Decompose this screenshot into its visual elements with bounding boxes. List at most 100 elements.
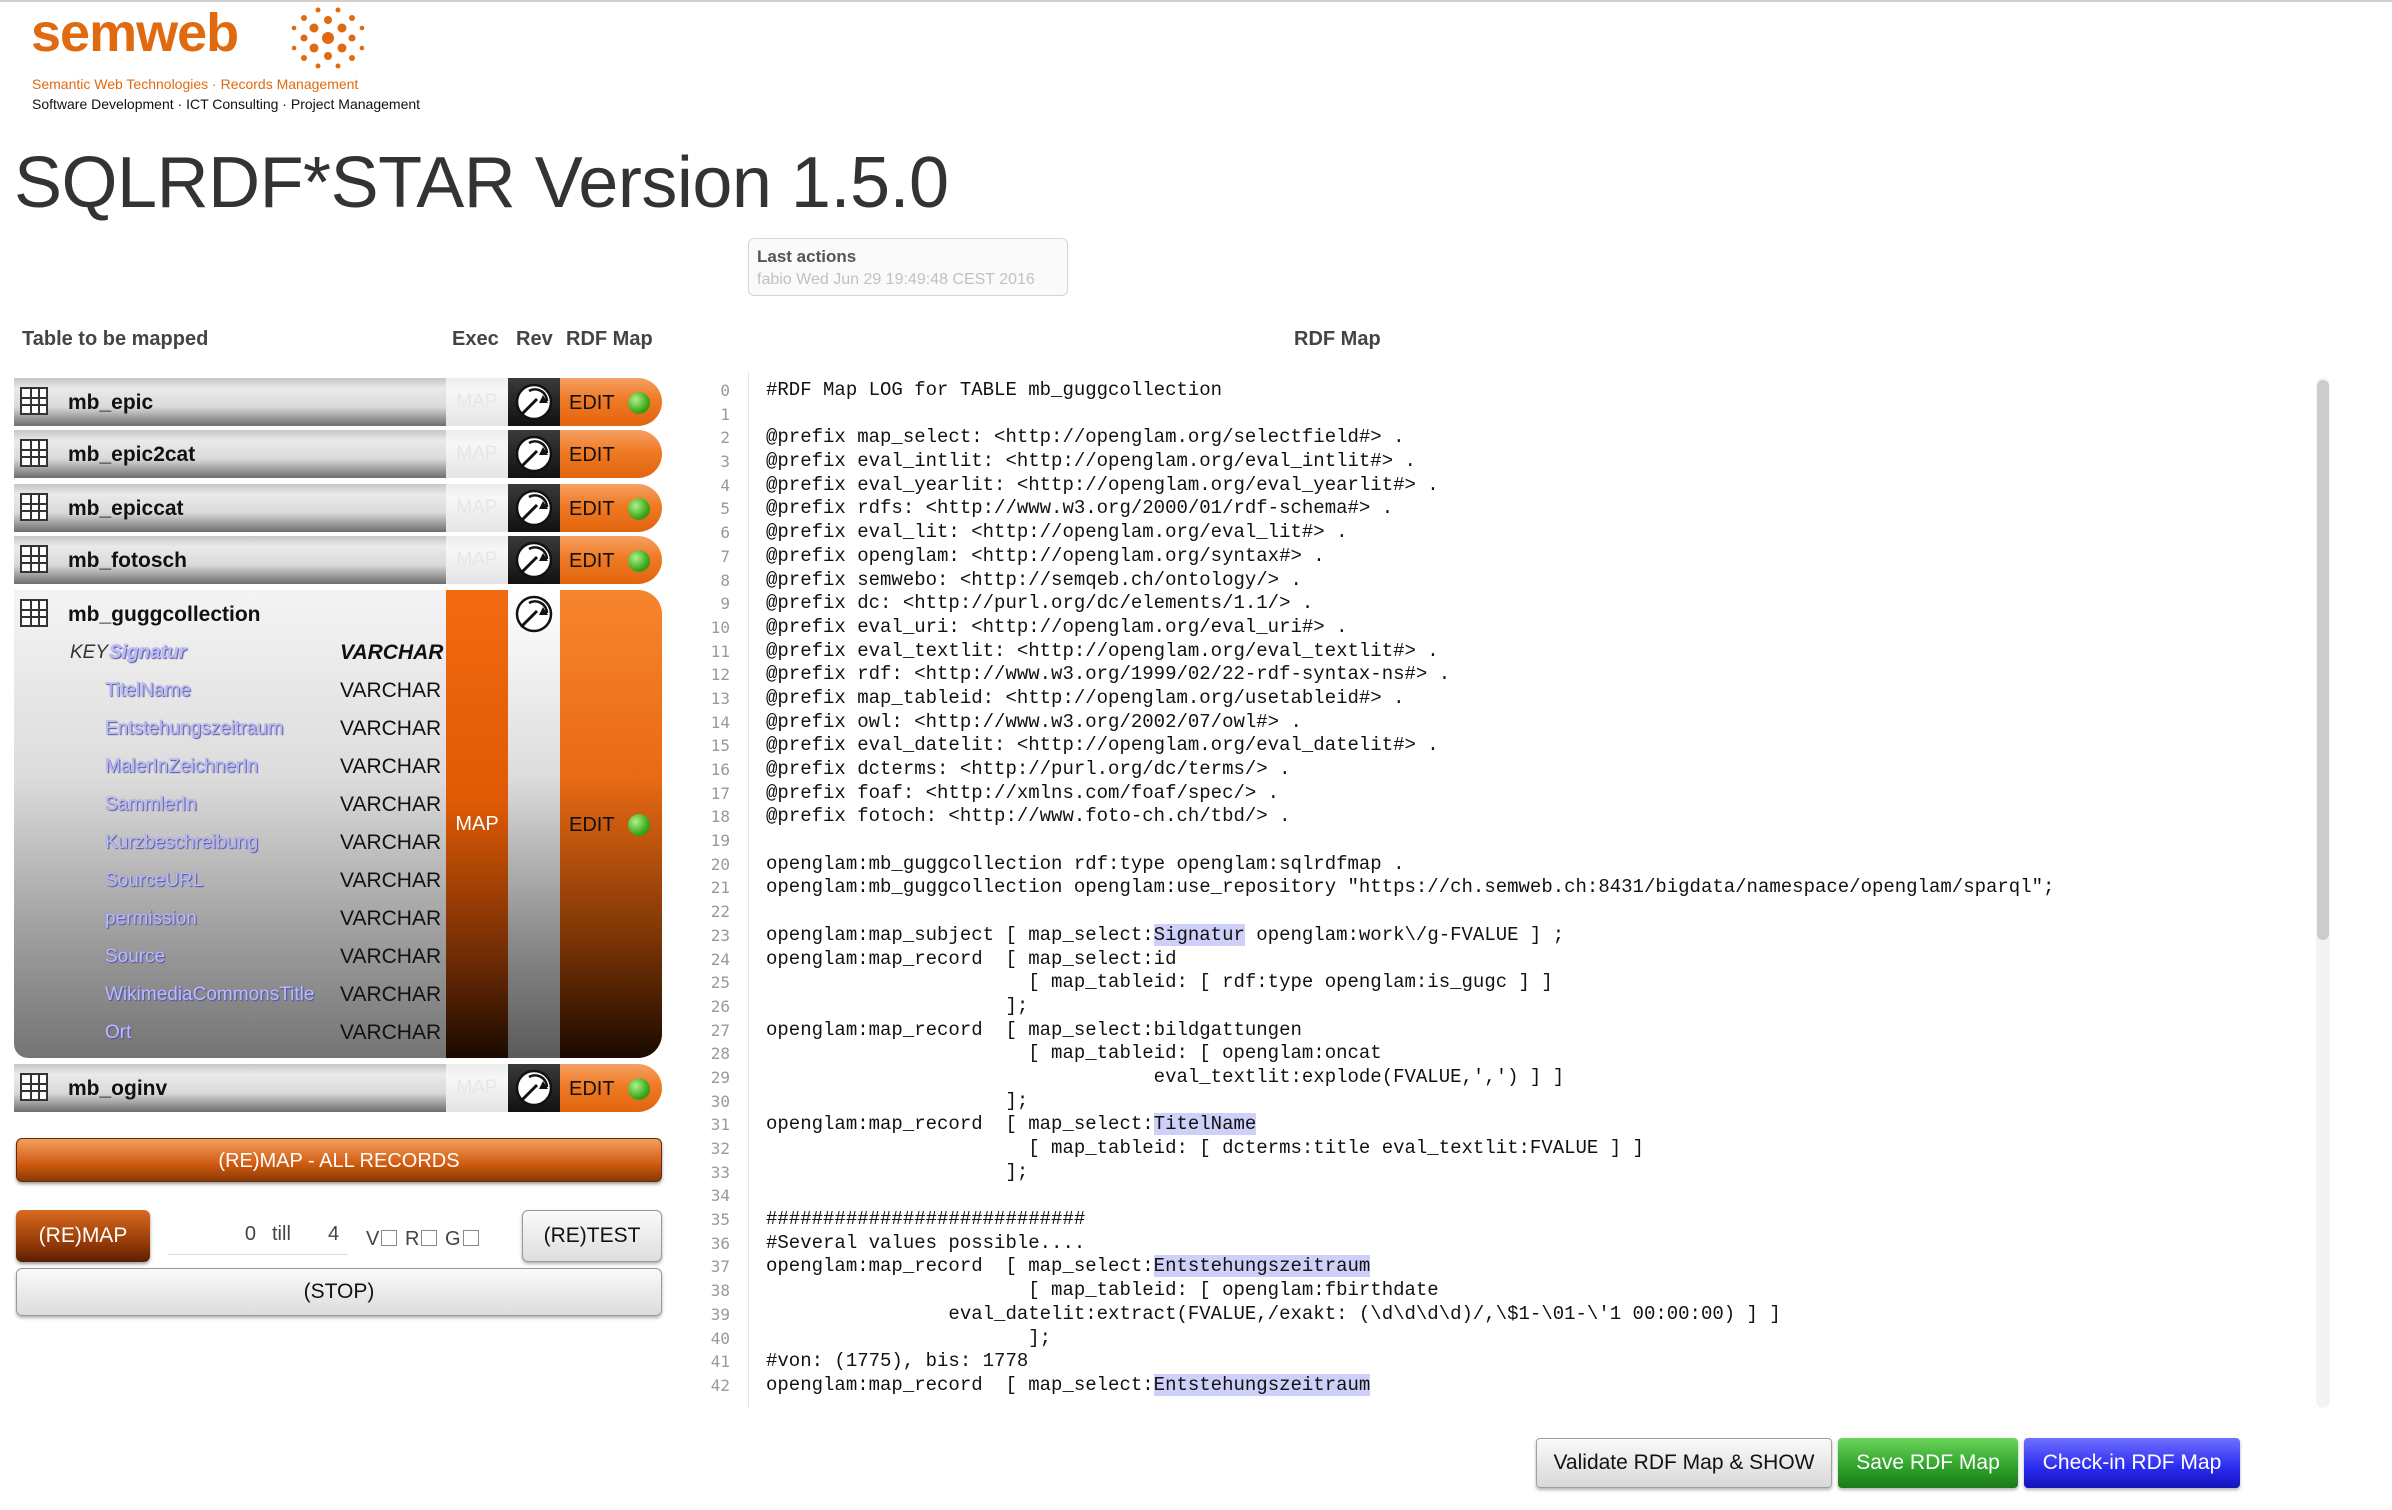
header-rdf-map-editor: RDF Map [1294,328,1381,350]
checkbox-icon[interactable] [462,1230,479,1246]
field-name[interactable]: Entstehungszeitraum [105,718,284,740]
edit-button[interactable]: EDIT [560,1064,662,1112]
edit-label[interactable]: EDIT [569,498,615,521]
line-number: 12 [710,665,730,685]
key-label: KEY [70,642,109,663]
exec-map-button[interactable]: MAP [446,378,508,426]
brand-tagline-2: Software Development · ICT Consulting · … [32,96,421,112]
code-content[interactable]: #RDF Map LOG for TABLE mb_guggcollection… [766,379,2054,1398]
revert-icon[interactable] [513,539,555,581]
table-icon [20,493,48,521]
field-name[interactable]: SourceURL [105,870,203,892]
code-segment: [ map_tableid: [ rdf:type openglam:is_gu… [766,971,1553,994]
edit-cell-mb_guggcollection[interactable]: EDIT [560,590,662,1058]
line-number: 29 [710,1067,730,1087]
table-name[interactable]: mb_epic2cat [68,443,195,467]
edit-label[interactable]: EDIT [569,444,615,467]
table-row-5[interactable]: mb_oginv [14,1064,446,1112]
line-number: 22 [710,902,730,922]
editor-scrollbar-thumb[interactable] [2317,380,2329,940]
line-number: 32 [710,1139,730,1158]
range-to-input[interactable]: 4 [328,1223,339,1246]
revert-icon[interactable] [513,433,555,475]
table-row-1[interactable]: mb_epic2cat [14,430,446,478]
rev-button[interactable] [508,378,560,426]
revert-icon[interactable] [513,381,555,423]
last-actions-box: Last actions fabio Wed Jun 29 19:49:48 C… [748,238,1068,296]
field-name[interactable]: Signatur [109,642,186,664]
header-table-to-be-mapped: Table to be mapped [22,328,209,350]
exec-map-button[interactable]: MAP [446,1064,508,1112]
line-number: 42 [710,1375,730,1395]
revert-icon[interactable] [513,1067,555,1109]
code-segment: openglam:map_record [ map_select:id [766,947,1177,970]
table-row-3[interactable]: mb_fotosch [14,536,446,584]
exec-map-button[interactable]: MAP [446,484,508,532]
code-line: openglam:map_record [ map_select:id [766,948,2054,972]
retest-button[interactable]: (RE)TEST [522,1210,662,1262]
line-number: 18 [710,807,730,827]
status-dot-icon [628,550,650,572]
line-number: 6 [720,523,730,543]
remap-button[interactable]: (RE)MAP [16,1210,150,1262]
validate-rdf-map-button[interactable]: Validate RDF Map & SHOW [1536,1438,1832,1488]
code-segment: #RDF Map LOG for TABLE mb_guggcollection [766,379,1223,401]
flag-v-checkbox[interactable]: V [366,1228,398,1251]
rev-button[interactable] [508,430,560,478]
flag-r-checkbox[interactable]: R [405,1228,438,1251]
flag-g-checkbox[interactable]: G [445,1228,479,1251]
field-name[interactable]: TitelName [105,680,191,702]
table-name[interactable]: mb_epic [68,391,153,415]
brand-tagline-1: Semantic Web Technologies · Records Mana… [32,76,359,92]
status-dot-icon [628,814,650,836]
rev-button[interactable] [508,536,560,584]
line-number: 7 [720,546,730,566]
field-name[interactable]: Kurzbeschreibung [105,832,258,854]
table-row-0[interactable]: mb_epic [14,378,446,426]
table-row-2[interactable]: mb_epiccat [14,484,446,532]
edit-label[interactable]: EDIT [569,814,615,837]
checkbox-icon[interactable] [421,1230,438,1246]
edit-label[interactable]: EDIT [569,1078,615,1101]
exec-map-button-mb_guggcollection[interactable]: MAP [446,590,508,1058]
table-name[interactable]: mb_epiccat [68,497,184,521]
line-number: 20 [710,854,730,874]
code-line: @prefix map_select: <http://openglam.org… [766,426,2054,450]
code-line: ############################ [766,1208,2054,1232]
checkin-rdf-map-button[interactable]: Check-in RDF Map [2024,1438,2240,1488]
edit-button[interactable]: EDIT [560,484,662,532]
revert-icon[interactable] [513,487,555,529]
code-segment: #von: (1775), bis: 1778 [766,1350,1029,1373]
table-name[interactable]: mb_oginv [68,1077,167,1101]
field-name[interactable]: WikimediaCommonsTitle [105,984,314,1006]
exec-map-button[interactable]: MAP [446,430,508,478]
rev-button[interactable] [508,1064,560,1112]
field-name[interactable]: Source [105,946,165,968]
exec-map-button[interactable]: MAP [446,536,508,584]
table-name[interactable]: mb_guggcollection [68,603,261,627]
code-line: [ map_tableid: [ rdf:type openglam:is_gu… [766,971,2054,995]
edit-button[interactable]: EDIT [560,378,662,426]
edit-button[interactable]: EDIT [560,430,662,478]
edit-button[interactable]: EDIT [560,536,662,584]
code-segment: @prefix eval_datelit: <http://openglam.o… [766,734,1439,757]
edit-label[interactable]: EDIT [569,392,615,415]
rdf-map-editor[interactable]: 0 1 2 3 4 5 6 7 8 9 10 11 12 13 14 15 16 17 18 19 20 21 22 23 24… [700,370,2334,1412]
field-name[interactable]: Ort [105,1022,131,1044]
code-line: openglam:mb_guggcollection rdf:type open… [766,853,2054,877]
rev-button[interactable] [508,484,560,532]
remap-all-records-button[interactable]: (RE)MAP - ALL RECORDS [16,1138,662,1182]
code-line: ]; [766,995,2054,1019]
field-name[interactable]: permission [105,908,197,930]
edit-label[interactable]: EDIT [569,550,615,573]
last-actions-text: fabio Wed Jun 29 19:49:48 CEST 2016 [757,271,1035,288]
field-name[interactable]: MalerInZeichnerIn [105,756,258,778]
save-rdf-map-button[interactable]: Save RDF Map [1838,1438,2018,1488]
range-from-input[interactable]: 0 [196,1223,256,1246]
revert-icon[interactable] [513,593,555,635]
table-name[interactable]: mb_fotosch [68,549,187,573]
stop-button[interactable]: (STOP) [16,1268,662,1316]
checkbox-icon[interactable] [381,1230,398,1246]
field-name[interactable]: SammlerIn [105,794,197,816]
